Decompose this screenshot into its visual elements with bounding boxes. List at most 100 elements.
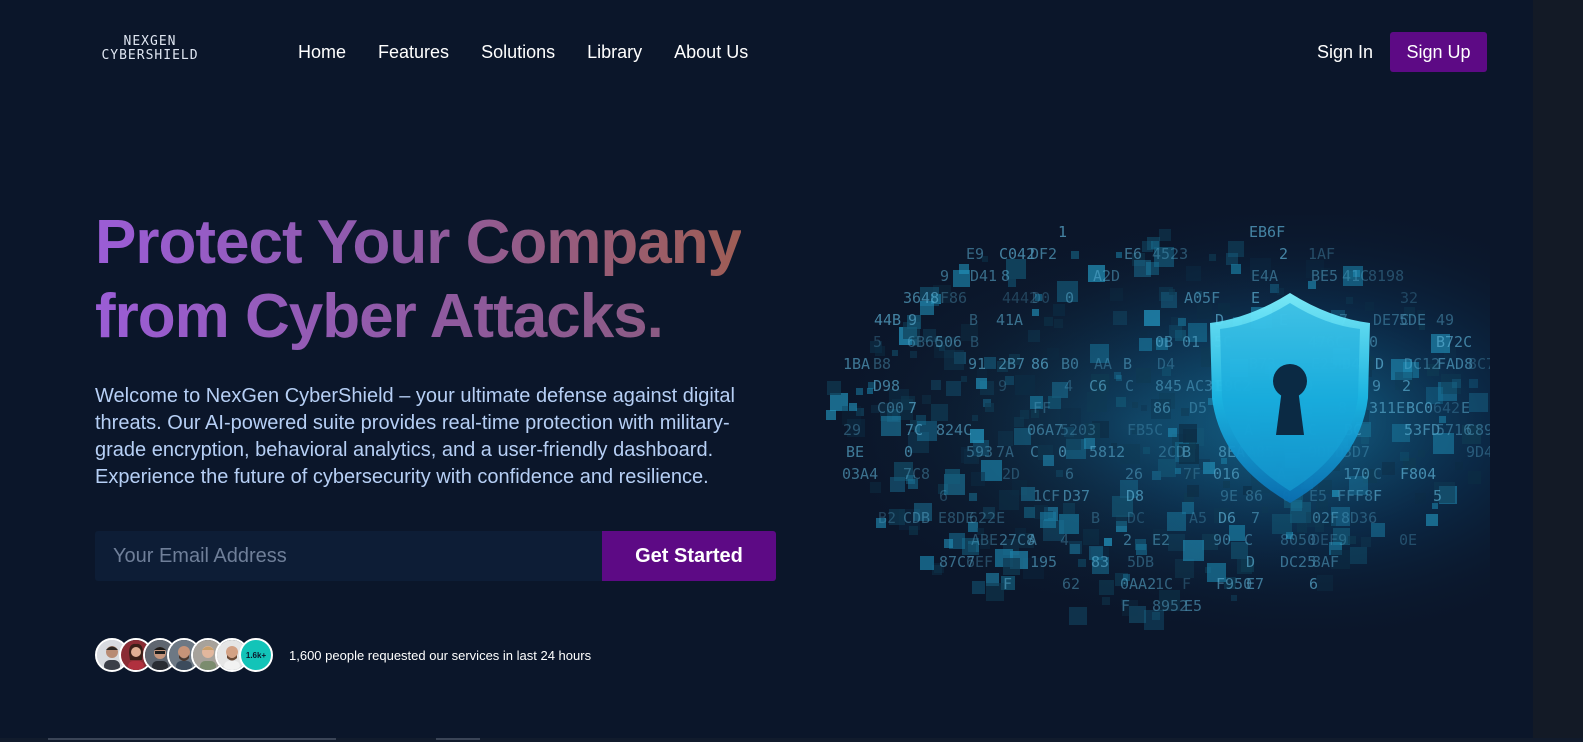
svg-text:0B: 0B bbox=[1155, 333, 1173, 351]
svg-text:6: 6 bbox=[1309, 575, 1318, 593]
svg-text:CDB: CDB bbox=[903, 509, 930, 527]
scrollbar-thumb[interactable] bbox=[436, 738, 480, 740]
svg-text:9: 9 bbox=[940, 267, 949, 285]
svg-text:29: 29 bbox=[843, 421, 861, 439]
svg-text:C893: C893 bbox=[1466, 421, 1490, 439]
svg-text:C: C bbox=[1244, 531, 1253, 549]
svg-text:845: 845 bbox=[1155, 377, 1182, 395]
svg-text:D: D bbox=[1246, 553, 1255, 571]
svg-text:83: 83 bbox=[1091, 553, 1109, 571]
svg-text:DC12: DC12 bbox=[1404, 355, 1440, 373]
nav-library[interactable]: Library bbox=[587, 40, 642, 64]
svg-text:016: 016 bbox=[1213, 465, 1240, 483]
svg-text:B: B bbox=[1182, 443, 1191, 461]
svg-text:49: 49 bbox=[1436, 311, 1454, 329]
nav-home[interactable]: Home bbox=[298, 40, 346, 64]
scrollbar-thumb[interactable] bbox=[48, 738, 336, 740]
svg-text:ABE: ABE bbox=[971, 531, 998, 549]
svg-text:5203: 5203 bbox=[1060, 421, 1096, 439]
svg-text:53FD: 53FD bbox=[1404, 421, 1440, 439]
nav-solutions[interactable]: Solutions bbox=[481, 40, 555, 64]
email-signup-form: Get Started bbox=[95, 531, 776, 581]
svg-text:7: 7 bbox=[1251, 509, 1260, 527]
svg-text:26: 26 bbox=[1125, 465, 1143, 483]
svg-text:E: E bbox=[1461, 399, 1470, 417]
svg-text:8AF: 8AF bbox=[1312, 553, 1339, 571]
svg-text:01: 01 bbox=[1182, 333, 1200, 351]
svg-text:195: 195 bbox=[1030, 553, 1057, 571]
svg-text:1: 1 bbox=[1058, 223, 1067, 241]
svg-text:B: B bbox=[1091, 509, 1100, 527]
nav-about-us[interactable]: About Us bbox=[674, 40, 748, 64]
email-input[interactable] bbox=[95, 531, 602, 581]
get-started-button[interactable]: Get Started bbox=[602, 531, 776, 581]
scrollbar-track[interactable] bbox=[1533, 0, 1583, 742]
social-proof-text: 1,600 people requested our services in l… bbox=[289, 647, 592, 663]
svg-text:5DB: 5DB bbox=[1127, 553, 1154, 571]
svg-text:7C8: 7C8 bbox=[903, 465, 930, 483]
svg-text:AA: AA bbox=[1094, 355, 1112, 373]
svg-text:7F: 7F bbox=[1183, 465, 1201, 483]
svg-text:DF2: DF2 bbox=[1030, 245, 1057, 263]
horizontal-scrollbar[interactable] bbox=[0, 738, 1583, 742]
svg-text:9E: 9E bbox=[1220, 487, 1238, 505]
svg-text:8952: 8952 bbox=[1152, 597, 1188, 615]
svg-text:0: 0 bbox=[1065, 289, 1074, 307]
svg-text:593: 593 bbox=[966, 443, 993, 461]
svg-text:D41: D41 bbox=[970, 267, 997, 285]
svg-text:C: C bbox=[1030, 443, 1039, 461]
logo-line-1: NEXGEN bbox=[123, 34, 177, 49]
svg-text:91: 91 bbox=[968, 355, 986, 373]
headline-line-1: Protect Your Company bbox=[95, 208, 742, 277]
svg-text:824C: 824C bbox=[936, 421, 972, 439]
svg-text:642: 642 bbox=[1433, 399, 1460, 417]
svg-text:B: B bbox=[1123, 355, 1132, 373]
svg-text:9: 9 bbox=[908, 311, 917, 329]
svg-text:7C: 7C bbox=[905, 421, 923, 439]
logo[interactable]: NEXGEN CYBERSHIELD bbox=[95, 35, 205, 67]
svg-text:FF: FF bbox=[1033, 399, 1051, 417]
svg-text:06A7: 06A7 bbox=[1027, 421, 1063, 439]
svg-text:1BA: 1BA bbox=[843, 355, 870, 373]
svg-text:7: 7 bbox=[908, 399, 917, 417]
svg-text:9: 9 bbox=[998, 377, 1007, 395]
svg-text:B: B bbox=[970, 333, 979, 351]
svg-text:1AF: 1AF bbox=[1308, 245, 1335, 263]
svg-text:E4A: E4A bbox=[1251, 267, 1278, 285]
sign-up-button[interactable]: Sign Up bbox=[1390, 32, 1487, 72]
svg-text:4: 4 bbox=[1060, 531, 1069, 549]
svg-text:506: 506 bbox=[935, 333, 962, 351]
svg-text:41C: 41C bbox=[1342, 267, 1369, 285]
svg-text:B0: B0 bbox=[1061, 355, 1079, 373]
nav-features[interactable]: Features bbox=[378, 40, 449, 64]
svg-text:F: F bbox=[1373, 487, 1382, 505]
svg-text:D6: D6 bbox=[1218, 509, 1236, 527]
svg-text:02F: 02F bbox=[1312, 509, 1339, 527]
svg-text:E6: E6 bbox=[1124, 245, 1142, 263]
svg-text:E: E bbox=[1251, 289, 1260, 307]
svg-text:D37: D37 bbox=[1063, 487, 1090, 505]
svg-text:1CF: 1CF bbox=[1033, 487, 1060, 505]
svg-text:7A: 7A bbox=[996, 443, 1014, 461]
nav-links: Home Features Solutions Library About Us bbox=[298, 40, 748, 64]
svg-text:A05F: A05F bbox=[1184, 289, 1220, 307]
svg-text:DC: DC bbox=[1127, 509, 1145, 527]
svg-text:3648: 3648 bbox=[903, 289, 939, 307]
svg-text:D0: D0 bbox=[1032, 289, 1050, 307]
svg-text:C00: C00 bbox=[877, 399, 904, 417]
svg-text:A: A bbox=[1028, 531, 1037, 549]
sign-in-link[interactable]: Sign In bbox=[1317, 40, 1373, 64]
svg-text:2D: 2D bbox=[1002, 465, 1020, 483]
svg-text:A5: A5 bbox=[1189, 509, 1207, 527]
svg-text:622E: 622E bbox=[969, 509, 1005, 527]
svg-text:9D41: 9D41 bbox=[1466, 443, 1490, 461]
svg-text:0: 0 bbox=[904, 443, 913, 461]
svg-text:1C: 1C bbox=[1155, 575, 1173, 593]
svg-text:6: 6 bbox=[1065, 465, 1074, 483]
svg-text:2: 2 bbox=[1279, 245, 1288, 263]
svg-text:41A: 41A bbox=[996, 311, 1023, 329]
svg-text:0AA2: 0AA2 bbox=[1120, 575, 1156, 593]
svg-text:E5: E5 bbox=[1309, 487, 1327, 505]
svg-text:B: B bbox=[969, 311, 978, 329]
svg-text:2: 2 bbox=[1402, 377, 1411, 395]
